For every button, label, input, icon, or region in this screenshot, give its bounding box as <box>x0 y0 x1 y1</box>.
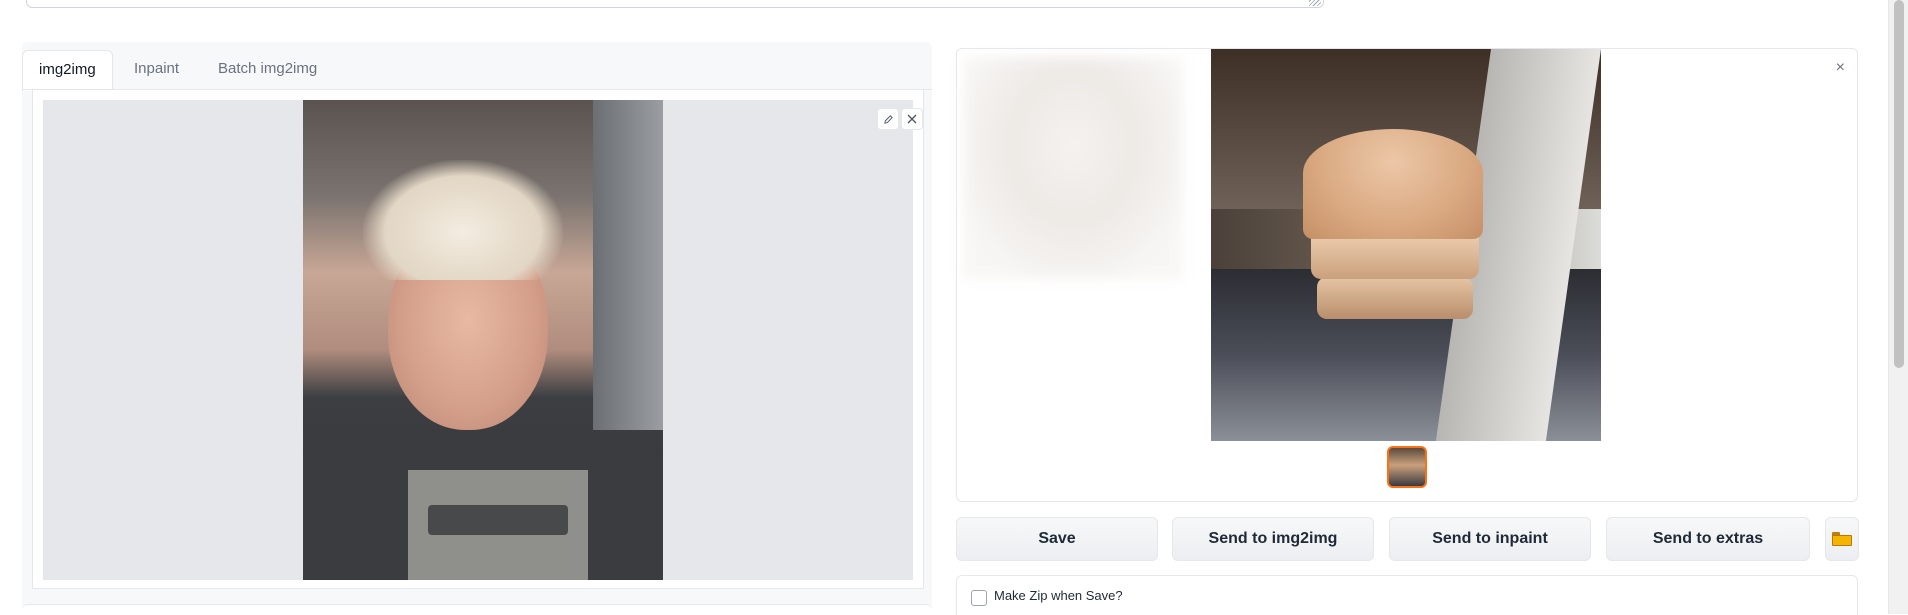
zip-option: Make Zip when Save? <box>956 575 1858 615</box>
blurred-preview <box>963 57 1183 279</box>
make-zip-checkbox[interactable] <box>971 590 987 606</box>
send-to-img2img-button[interactable]: Send to img2img <box>1172 517 1374 561</box>
resize-grip-icon[interactable] <box>1309 0 1321 6</box>
output-gallery: × <box>956 48 1858 502</box>
clear-image-button[interactable] <box>901 108 923 130</box>
pencil-icon <box>883 114 893 124</box>
input-panel: img2img Inpaint Batch img2img <box>22 42 932 615</box>
input-image-canvas[interactable] <box>43 100 923 580</box>
make-zip-label: Make Zip when Save? <box>994 588 1123 603</box>
edit-image-button[interactable] <box>877 108 899 130</box>
tab-batch-img2img[interactable]: Batch img2img <box>202 50 333 88</box>
input-image <box>303 100 663 580</box>
output-image[interactable] <box>1211 49 1601 441</box>
tab-inpaint[interactable]: Inpaint <box>118 50 195 88</box>
open-folder-button[interactable] <box>1825 517 1859 561</box>
close-icon <box>907 114 917 124</box>
prompt-textarea[interactable] <box>26 0 1324 8</box>
next-panel-edge <box>22 604 932 615</box>
page-scrollbar-thumb[interactable] <box>1894 0 1904 368</box>
mode-tabs: img2img Inpaint Batch img2img <box>22 50 932 91</box>
input-image-frame <box>32 90 924 589</box>
folder-icon <box>1832 532 1852 546</box>
save-button[interactable]: Save <box>956 517 1158 561</box>
page-scrollbar[interactable] <box>1888 0 1908 614</box>
tab-img2img[interactable]: img2img <box>22 50 113 91</box>
close-preview-icon[interactable]: × <box>1836 59 1845 77</box>
gallery-thumbnail[interactable] <box>1387 446 1427 488</box>
send-to-extras-button[interactable]: Send to extras <box>1606 517 1810 561</box>
send-to-inpaint-button[interactable]: Send to inpaint <box>1389 517 1591 561</box>
